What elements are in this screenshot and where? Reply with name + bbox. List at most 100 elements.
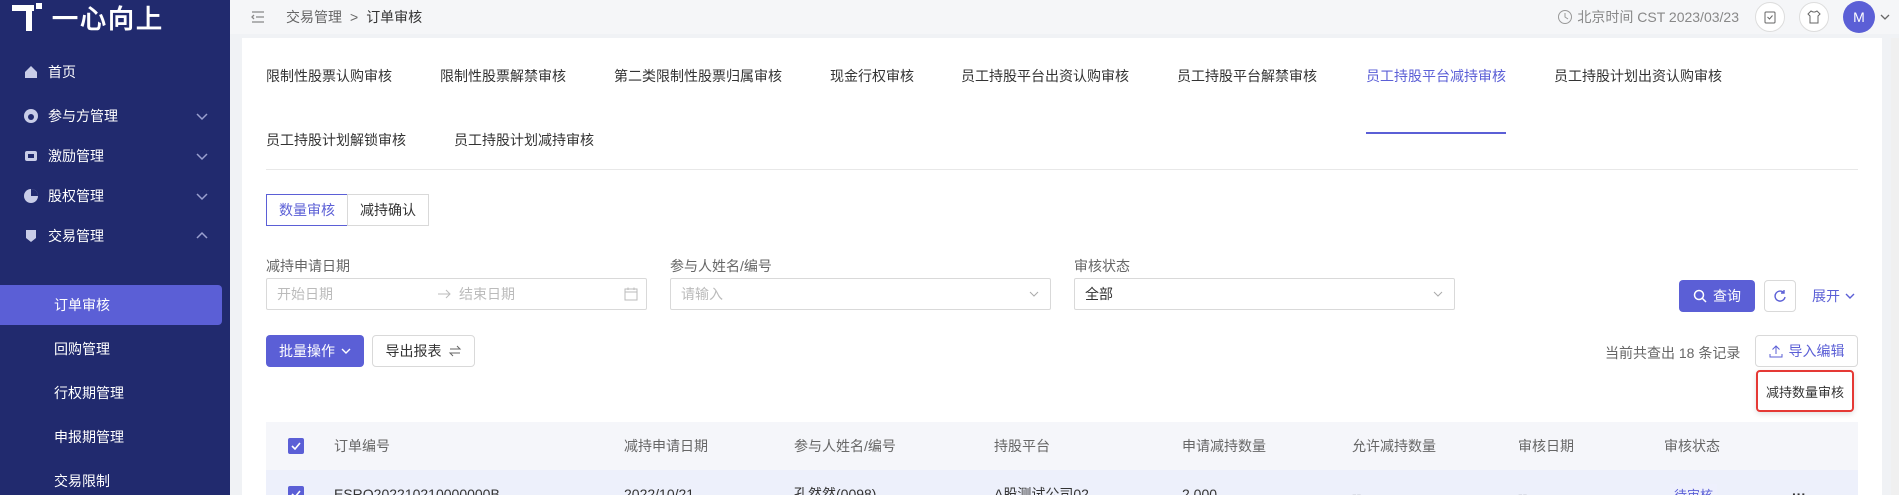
popup-item-label: 减持数量审核 [1765, 384, 1844, 400]
column-header: 审核日期 [1518, 438, 1574, 454]
sidebar-subitem-buyback[interactable]: 回购管理 [0, 329, 222, 369]
batch-operation-button[interactable]: 批量操作 [266, 335, 364, 367]
audit-date: -- [1518, 486, 1528, 495]
chevron-down-icon [1029, 291, 1039, 297]
status-badge: 待审核 [1670, 483, 1718, 495]
chevron-down-icon[interactable] [1879, 11, 1891, 23]
export-report-label: 导出报表 [385, 343, 442, 359]
expand-filters-link[interactable]: 展开 [1812, 286, 1856, 306]
query-button-label: 查询 [1713, 288, 1741, 304]
column-header: 审核状态 [1664, 438, 1720, 454]
sidebar-subitem-label: 订单审核 [54, 297, 110, 313]
sidebar: 一心向上 首页 参与方管理 激励管理 股权管理 交易管理 订单审核 回购管理 行… [0, 0, 230, 495]
subtab-reduction-confirm[interactable]: 减持确认 [347, 194, 429, 226]
date-start-placeholder: 开始日期 [277, 286, 333, 302]
apply-date: 2022/10/21 [624, 486, 695, 495]
column-header: 申请减持数量 [1182, 438, 1266, 454]
table-header: 订单编号 减持申请日期 参与人姓名/编号 持股平台 申请减持数量 允许减持数量 … [266, 422, 1858, 470]
participant-placeholder: 请输入 [681, 286, 723, 302]
refresh-icon [1774, 290, 1786, 302]
sidebar-subitem-label: 交易限制 [54, 473, 110, 489]
tab-cash-exercise[interactable]: 现金行权审核 [830, 66, 914, 96]
tab-platform-subscription[interactable]: 员工持股平台出资认购审核 [961, 66, 1129, 96]
sidebar-subitem-exercise-period[interactable]: 行权期管理 [0, 373, 222, 413]
table-row[interactable]: ESRO202210210000000B 2022/10/21 孔然然(0098… [266, 470, 1858, 495]
sidebar-subitem-label: 行权期管理 [54, 385, 124, 401]
export-report-button[interactable]: 导出报表 [372, 335, 475, 367]
logo-text: 一心向上 [52, 3, 165, 34]
clipboard-icon [1764, 11, 1776, 24]
chevron-down-icon [1845, 293, 1855, 299]
column-header: 减持申请日期 [624, 438, 708, 454]
logo-mark-icon [10, 3, 44, 31]
upload-icon [1769, 345, 1782, 358]
apply-quantity: 2,000 [1182, 486, 1218, 495]
import-edit-label: 导入编辑 [1788, 343, 1845, 359]
tab-restricted-unlock[interactable]: 限制性股票解禁审核 [440, 66, 566, 96]
chevron-down-icon [196, 153, 208, 161]
check-icon [291, 442, 301, 450]
home-icon [22, 63, 40, 81]
avatar[interactable]: M [1843, 1, 1875, 33]
sidebar-item-equity[interactable]: 股权管理 [0, 176, 230, 216]
subtab-quantity-review[interactable]: 数量审核 [266, 194, 348, 226]
participant-name: 孔然然(0098) [794, 486, 877, 495]
logo[interactable]: 一心向上 [10, 2, 164, 34]
reset-button[interactable] [1764, 280, 1796, 312]
sidebar-subitem-declaration-period[interactable]: 申报期管理 [0, 417, 222, 457]
sidebar-item-label: 交易管理 [48, 228, 104, 244]
tab-platform-reduction[interactable]: 员工持股平台减持审核 [1366, 66, 1506, 134]
status-select-value: 全部 [1085, 286, 1113, 302]
sidebar-item-label: 参与方管理 [48, 108, 118, 124]
sidebar-item-incentive[interactable]: 激励管理 [0, 136, 230, 176]
holding-platform: A股测试公司02 [994, 486, 1089, 495]
allowed-quantity: -- [1352, 486, 1362, 495]
date-range-input[interactable]: 开始日期 结束日期 [266, 278, 647, 310]
column-header: 持股平台 [994, 438, 1050, 454]
sidebar-subitem-trade-limit[interactable]: 交易限制 [0, 461, 222, 495]
date-end-placeholder: 结束日期 [459, 286, 515, 302]
status-select[interactable]: 全部 [1074, 278, 1455, 310]
sidebar-subitem-label: 申报期管理 [54, 429, 124, 445]
participant-filter-label: 参与人姓名/编号 [670, 258, 772, 274]
tab-plan-unlock[interactable]: 员工持股计划解锁审核 [266, 130, 406, 160]
trade-icon [22, 227, 40, 245]
sidebar-item-trade[interactable]: 交易管理 [0, 216, 230, 256]
breadcrumb-current: 订单审核 [366, 9, 423, 25]
export-icon [448, 345, 461, 357]
row-checkbox[interactable] [288, 470, 304, 495]
expand-label: 展开 [1812, 288, 1840, 304]
sidebar-subitem-label: 回购管理 [54, 341, 110, 357]
tab-plan-reduction[interactable]: 员工持股计划减持审核 [454, 130, 594, 160]
sidebar-subitem-order-review[interactable]: 订单审核 [0, 285, 222, 325]
status-cell: 待审核 [1670, 470, 1718, 495]
task-button[interactable] [1755, 2, 1785, 32]
tab-divider [266, 169, 1858, 170]
sidebar-item-label: 股权管理 [48, 188, 104, 204]
query-button[interactable]: 查询 [1679, 280, 1755, 312]
tab-plan-subscription[interactable]: 员工持股计划出资认购审核 [1554, 66, 1722, 96]
participant-select[interactable]: 请输入 [670, 278, 1051, 310]
select-all-checkbox[interactable] [288, 422, 304, 470]
search-icon [1693, 289, 1707, 303]
sidebar-item-participants[interactable]: 参与方管理 [0, 96, 230, 136]
tab-class2-vesting[interactable]: 第二类限制性股票归属审核 [614, 66, 782, 96]
breadcrumb-item[interactable]: 交易管理 [286, 7, 342, 27]
scrollbar[interactable] [1891, 38, 1899, 495]
sidebar-item-home[interactable]: 首页 [0, 52, 230, 92]
breadcrumb: 交易管理 > 订单审核 [286, 7, 430, 27]
sidebar-item-label: 首页 [48, 64, 76, 80]
reduction-quantity-review-menu-item[interactable]: 减持数量审核 [1756, 370, 1854, 412]
server-time-text: 北京时间 CST 2023/03/23 [1577, 9, 1739, 25]
check-icon [291, 490, 301, 495]
tab-restricted-subscription[interactable]: 限制性股票认购审核 [266, 66, 392, 96]
tab-platform-unlock[interactable]: 员工持股平台解禁审核 [1177, 66, 1317, 96]
theme-button[interactable] [1799, 2, 1829, 32]
import-edit-button[interactable]: 导入编辑 [1755, 335, 1858, 367]
calendar-icon [624, 287, 638, 301]
status-filter-label: 审核状态 [1074, 258, 1130, 274]
clock-icon [1558, 10, 1573, 24]
more-actions-icon[interactable]: ··· [1792, 470, 1806, 495]
collapse-menu-icon[interactable] [250, 9, 266, 25]
record-count: 当前共查出 18 条记录 [1605, 345, 1741, 361]
